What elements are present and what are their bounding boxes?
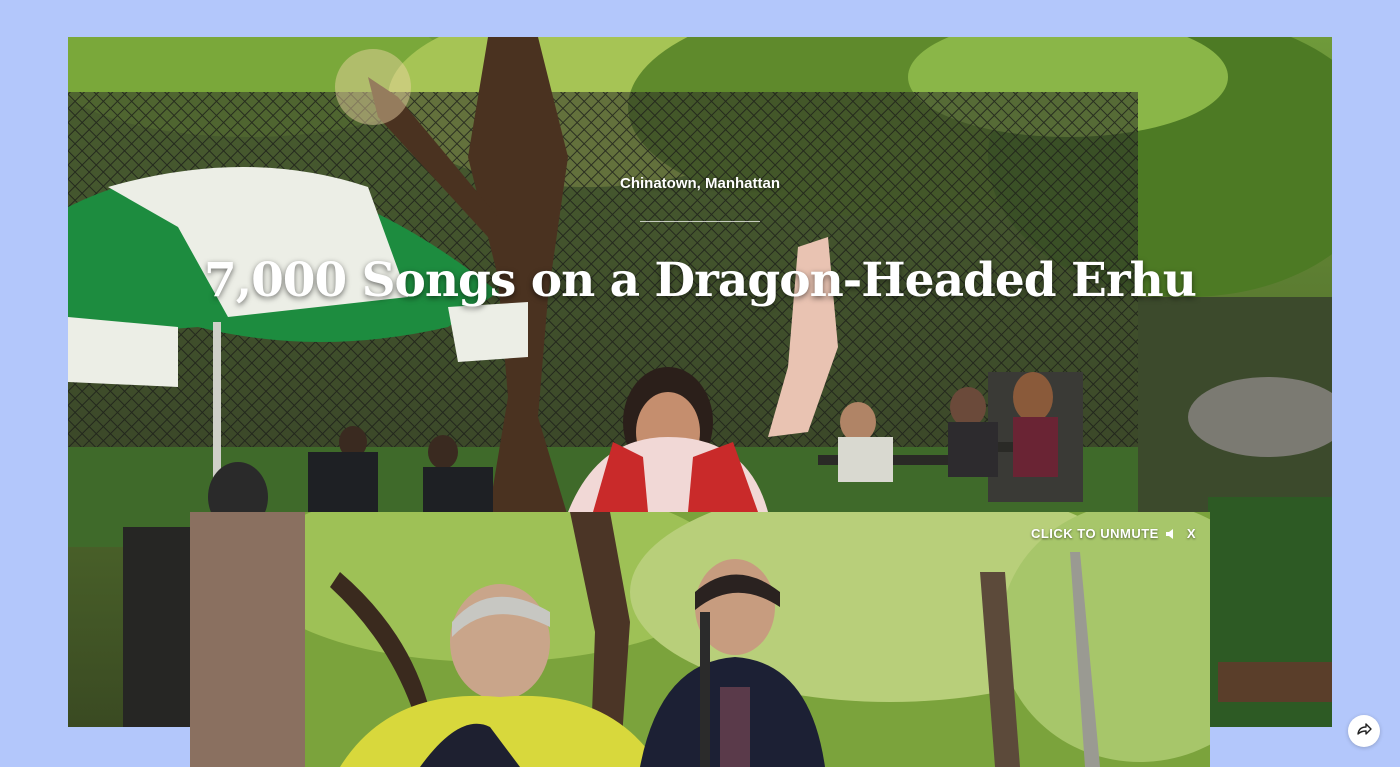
speaker-muted-icon bbox=[1165, 527, 1179, 541]
unmute-label: CLICK TO UNMUTE bbox=[1030, 526, 1159, 541]
page: Chinatown, Manhattan 7,000 Songs on a Dr… bbox=[0, 0, 1400, 767]
share-arrow-icon bbox=[1355, 720, 1373, 743]
location-kicker: Chinatown, Manhattan bbox=[620, 175, 780, 192]
share-button[interactable] bbox=[1348, 715, 1380, 747]
close-video-button[interactable]: X bbox=[1187, 526, 1196, 541]
video-frame bbox=[190, 512, 1210, 767]
kicker-divider bbox=[640, 221, 760, 222]
unmute-button[interactable]: CLICK TO UNMUTE X bbox=[1031, 526, 1196, 541]
article-headline: 7,000 Songs on a Dragon-Headed Erhu bbox=[204, 253, 1197, 308]
video-player[interactable]: CLICK TO UNMUTE X bbox=[190, 512, 1210, 767]
